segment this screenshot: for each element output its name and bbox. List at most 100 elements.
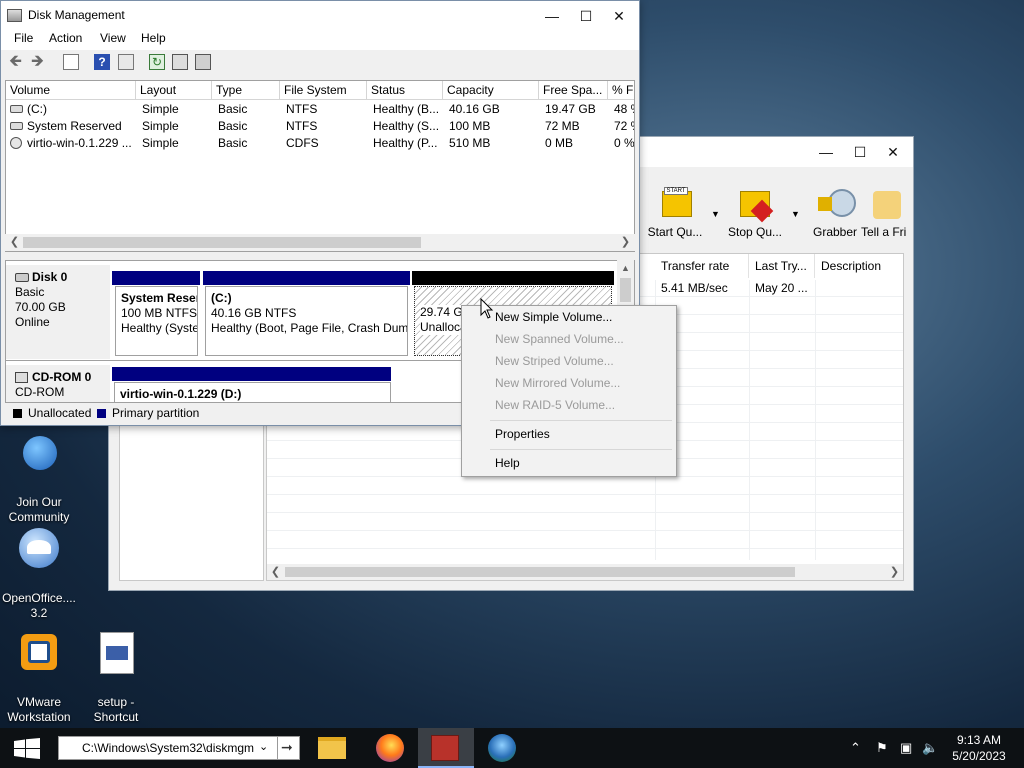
volume-list-hscrollbar[interactable]: ❮ ❯ xyxy=(5,234,635,251)
menu-new-raid5-volume[interactable]: New RAID-5 Volume... xyxy=(495,395,615,415)
menu-help[interactable]: Help xyxy=(495,453,520,473)
pct-cell: 0 % xyxy=(614,136,635,150)
column-file-system[interactable]: File System xyxy=(280,81,367,100)
scroll-thumb[interactable] xyxy=(620,278,631,302)
cdrom0-kind: CD-ROM xyxy=(15,385,65,399)
fs-cell: NTFS xyxy=(286,119,318,133)
start-button[interactable] xyxy=(0,728,54,768)
disk-management-titlebar[interactable]: Disk Management — ☐ ✕ xyxy=(1,1,639,30)
go-arrow-icon[interactable]: ➞ xyxy=(281,739,293,756)
partition-status: Healthy (Boot, Page File, Crash Dum| xyxy=(211,321,408,335)
column-percent-free[interactable]: % Fr xyxy=(608,81,634,100)
column-volume[interactable]: Volume xyxy=(6,81,136,100)
rescan-icon[interactable] xyxy=(172,54,188,70)
start-queue-button[interactable]: START Start Qu... xyxy=(635,187,715,239)
network-icon[interactable]: ▣ xyxy=(900,740,912,756)
column-type[interactable]: Type xyxy=(212,81,280,100)
menu-new-mirrored-volume[interactable]: New Mirrored Volume... xyxy=(495,373,620,393)
close-button[interactable]: ✕ xyxy=(602,1,636,31)
scroll-right-icon[interactable]: ❯ xyxy=(886,564,903,581)
forward-icon[interactable]: 🡺 xyxy=(31,54,47,70)
start-queue-label: Start Qu... xyxy=(647,225,703,239)
pct-cell: 48 % xyxy=(614,102,634,116)
menu-bar: File Action View Help xyxy=(1,30,639,50)
menu-new-striped-volume[interactable]: New Striped Volume... xyxy=(495,351,614,371)
clock[interactable]: 9:13 AM 5/20/2023 xyxy=(948,732,1010,764)
scroll-right-icon[interactable]: ❯ xyxy=(617,234,634,251)
volume-cell: System Reserved xyxy=(27,119,122,133)
downloads-hscrollbar[interactable]: ❮ ❯ xyxy=(267,564,903,580)
table-row[interactable]: (C:) Simple Basic NTFS Healthy (B... 40.… xyxy=(6,101,634,118)
scroll-left-icon[interactable]: ❮ xyxy=(6,234,23,251)
tell-friend-icon xyxy=(869,187,911,223)
column-free-space[interactable]: Free Spa... xyxy=(539,81,608,100)
taskbar-disk-management[interactable] xyxy=(418,728,474,768)
refresh-icon[interactable]: ↻ xyxy=(149,54,165,70)
settings-icon[interactable] xyxy=(195,54,211,70)
column-description[interactable]: Description xyxy=(815,254,905,278)
disk0-label[interactable]: Disk 0 Basic 70.00 GB Online xyxy=(6,265,110,359)
window-title: Disk Management xyxy=(28,8,125,22)
desktop-icon-community[interactable]: Join Our Community xyxy=(0,436,79,525)
menu-new-spanned-volume[interactable]: New Spanned Volume... xyxy=(495,329,624,349)
minimize-button[interactable]: — xyxy=(809,137,843,167)
cd-bar xyxy=(112,367,391,381)
column-transfer-rate[interactable]: Transfer rate xyxy=(655,254,749,278)
disk0-kind: Basic xyxy=(15,285,45,299)
partition-status: Unalloca xyxy=(420,320,467,335)
volume-muted-icon[interactable]: 🔈 xyxy=(922,740,938,756)
scroll-up-icon[interactable]: ▲ xyxy=(617,260,634,277)
type-cell: Basic xyxy=(218,136,248,150)
taskbar-file-explorer[interactable] xyxy=(304,728,360,768)
grabber-icon xyxy=(814,187,856,223)
unallocated-swatch xyxy=(13,409,22,418)
maximize-button[interactable]: ☐ xyxy=(569,1,603,31)
partition-c[interactable]: (C:) 40.16 GB NTFS Healthy (Boot, Page F… xyxy=(205,286,408,356)
fs-cell: NTFS xyxy=(286,102,318,116)
minimize-button[interactable]: — xyxy=(535,1,569,31)
desktop-icon-setup[interactable]: setup - Shortcut xyxy=(76,632,156,725)
clock-time: 9:13 AM xyxy=(956,733,1002,747)
column-last-try[interactable]: Last Try... xyxy=(749,254,815,278)
volume-list[interactable]: Volume Layout Type File System Status Ca… xyxy=(5,80,635,252)
partition-system-reserved[interactable]: System Reser 100 MB NTFS Healthy (Syste xyxy=(115,286,198,356)
table-row[interactable]: virtio-win-0.1.229 ... Simple Basic CDFS… xyxy=(6,135,635,152)
desktop-icon-vmware[interactable]: VMware Workstation xyxy=(0,632,79,725)
partition-name: System Reser xyxy=(121,291,198,305)
address-input[interactable]: C:\Windows\System32\diskmgm xyxy=(82,741,258,755)
desktop-icon-openoffice[interactable]: OpenOffice.... 3.2 xyxy=(0,528,79,621)
scroll-thumb[interactable] xyxy=(23,237,421,248)
properties-icon[interactable] xyxy=(118,54,134,70)
clock-date: 5/20/2023 xyxy=(952,749,1006,763)
table-row[interactable]: System Reserved Simple Basic NTFS Health… xyxy=(6,118,634,135)
stop-queue-label: Stop Qu... xyxy=(727,225,783,239)
taskbar-download-manager[interactable] xyxy=(474,728,530,768)
show-hidden-icons-icon[interactable]: ⌃ xyxy=(850,740,861,756)
column-capacity[interactable]: Capacity xyxy=(443,81,539,100)
menu-help[interactable]: Help xyxy=(138,30,169,46)
chevron-down-icon[interactable]: ⌄ xyxy=(259,740,268,753)
menu-action[interactable]: Action xyxy=(46,30,85,46)
stop-queue-button[interactable]: Stop Qu... xyxy=(715,187,795,239)
menu-new-simple-volume[interactable]: New Simple Volume... xyxy=(495,307,612,327)
maximize-button[interactable]: ☐ xyxy=(843,137,877,167)
cdrom0-label[interactable]: CD-ROM 0 CD-ROM xyxy=(6,365,110,402)
partition-cd[interactable]: virtio-win-0.1.229 (D:) xyxy=(114,382,391,402)
disk-icon xyxy=(15,273,29,282)
tell-friend-button[interactable]: Tell a Fri xyxy=(861,187,921,239)
menu-view[interactable]: View xyxy=(97,30,129,46)
column-layout[interactable]: Layout xyxy=(136,81,212,100)
run-address-box[interactable]: C:\Windows\System32\diskmgm ⌄ ➞ xyxy=(58,736,300,760)
column-status[interactable]: Status xyxy=(367,81,443,100)
menu-properties[interactable]: Properties xyxy=(495,424,550,444)
show-hide-console-icon[interactable] xyxy=(63,54,79,70)
flag-icon[interactable]: ⚑ xyxy=(876,740,888,756)
scroll-thumb[interactable] xyxy=(285,567,795,577)
help-icon[interactable]: ? xyxy=(94,54,110,70)
partition-size: 100 MB NTFS xyxy=(121,306,198,320)
taskbar-firefox[interactable] xyxy=(363,728,419,768)
scroll-left-icon[interactable]: ❮ xyxy=(267,564,284,581)
back-icon[interactable]: 🡸 xyxy=(9,54,25,70)
close-button[interactable]: ✕ xyxy=(876,137,910,167)
menu-file[interactable]: File xyxy=(11,30,36,46)
